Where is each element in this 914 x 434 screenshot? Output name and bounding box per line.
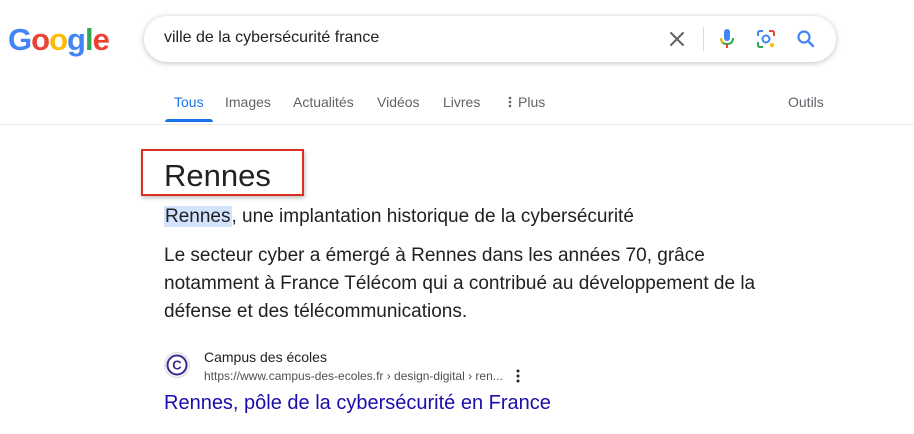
tab-livres[interactable]: Livres <box>443 94 480 110</box>
tab-actualites[interactable]: Actualités <box>293 94 354 110</box>
annotation-highlight-box <box>141 149 304 196</box>
close-icon[interactable] <box>667 29 687 49</box>
lens-icon[interactable] <box>756 29 776 49</box>
featured-description: Le secteur cyber a émergé à Rennes dans … <box>164 245 756 322</box>
result-title-link[interactable]: Rennes, pôle de la cybersécurité en Fran… <box>164 392 551 415</box>
highlighted-term: Rennes <box>164 206 232 227</box>
logo-letter: g <box>67 22 86 57</box>
source-site-name[interactable]: Campus des écoles <box>204 349 327 365</box>
tab-plus[interactable]: Plus <box>508 94 545 110</box>
subtitle-text: , une implantation historique de la cybe… <box>231 206 634 227</box>
logo-letter: l <box>84 22 94 57</box>
logo-letter: o <box>31 22 50 57</box>
featured-subtitle: Rennes, une implantation historique de l… <box>164 206 634 228</box>
more-vert-icon <box>508 96 512 108</box>
google-logo[interactable]: Google <box>8 22 110 58</box>
tab-tous[interactable]: Tous <box>174 94 204 110</box>
search-input[interactable] <box>164 29 644 47</box>
logo-letter: e <box>92 22 110 57</box>
tools-button[interactable]: Outils <box>788 94 824 110</box>
campus-logo-icon: C <box>166 354 188 376</box>
microphone-icon[interactable] <box>717 29 737 49</box>
tab-videos[interactable]: Vidéos <box>377 94 420 110</box>
logo-letter: G <box>8 22 32 57</box>
site-favicon[interactable]: C <box>164 352 190 378</box>
search-divider <box>703 27 704 51</box>
search-icon[interactable] <box>796 29 816 49</box>
more-options-icon[interactable] <box>512 368 524 384</box>
tab-plus-label: Plus <box>518 94 546 110</box>
source-url[interactable]: https://www.campus-des-ecoles.fr › desig… <box>204 369 503 383</box>
search-tabs: Tous Images Actualités Vidéos Livres Plu… <box>0 86 914 125</box>
active-tab-indicator <box>165 119 213 122</box>
search-box[interactable] <box>144 16 836 62</box>
svg-text:C: C <box>172 358 182 373</box>
logo-letter: o <box>49 22 68 57</box>
tab-images[interactable]: Images <box>225 94 271 110</box>
